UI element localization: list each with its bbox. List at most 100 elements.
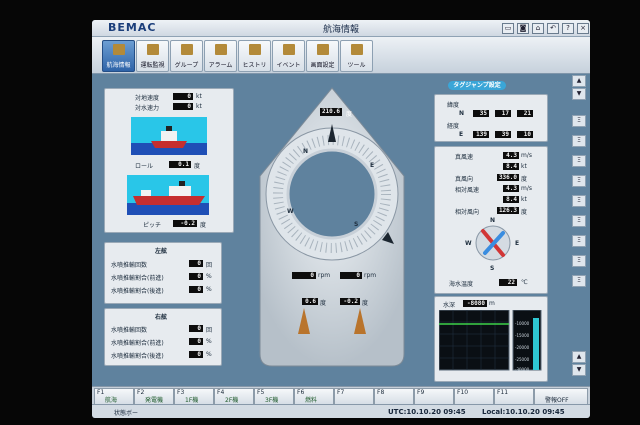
toolbar-nav-info-button[interactable]: 航海情報 (102, 40, 135, 72)
wind-row-unit: kt (521, 163, 527, 170)
fkey-number: F11 (497, 389, 509, 396)
side-menu-button[interactable]: Ξ (572, 235, 586, 247)
wind-panel: 真風速 4.3 m/s 8.4 kt 真風向 336.0 度 相対風速 4.3 … (434, 146, 548, 294)
back-icon[interactable]: ↶ (547, 23, 559, 34)
wind-row-unit: m/s (521, 185, 532, 192)
print-icon[interactable]: ▭ (502, 23, 514, 34)
roll-value: 0.1 (169, 161, 191, 168)
fkey-f7-button[interactable]: F7 (334, 388, 374, 405)
pitch-unit: 度 (200, 222, 207, 229)
side-menu-button[interactable]: Ξ (572, 155, 586, 167)
wind-row-label: 相対風向 (455, 209, 480, 216)
sea-temp-value: 22 (499, 279, 517, 286)
starboard-side-panel: 右舷 水噴推輸回数 0 回 水噴推輸割合(前進) 0 % 水噴推輸割合(後進) … (104, 308, 222, 366)
side-menu-button[interactable]: Ξ (572, 275, 586, 287)
fkey-number: F2 (137, 389, 145, 396)
side-menu-button[interactable]: Ξ (572, 175, 586, 187)
stbd-row-value: 0 (189, 338, 203, 345)
water-speed-label: 対水速力 (135, 105, 160, 112)
fkey-number: F7 (337, 389, 345, 396)
position-panel: 緯度 N 35 17 21 経度 E 139 39 10 (434, 94, 548, 142)
side-menu-button[interactable]: Ξ (572, 255, 586, 267)
fkey-f4-button[interactable]: F4 2F機 (214, 388, 254, 405)
wind-dial-mark: N (490, 217, 496, 224)
fkey-f5-button[interactable]: F5 3F機 (254, 388, 294, 405)
scroll-up-button[interactable]: ▲ (572, 351, 586, 363)
fkey-number: F5 (257, 389, 265, 396)
ship-motion-panel: 対地速度 0 kt 対水速力 0 kt ロール 0.1 度 ピッチ -0.2 度 (104, 88, 234, 233)
toolbar-tool-button[interactable]: ツール (340, 40, 373, 72)
help-icon[interactable]: ? (562, 23, 574, 34)
toolbar-screen-settings-button[interactable]: 画面設定 (306, 40, 339, 72)
port-side-panel: 左舷 水噴推輸回数 0 回 水噴推輸割合(前進) 0 % 水噴推輸割合(後進) … (104, 242, 222, 304)
fkey-f2-button[interactable]: F2 発電機 (134, 388, 174, 405)
longitude-seconds: 10 (517, 131, 533, 138)
depth-panel: 水深 -8080 m -10000 -15000 -20000 -25000 -… (434, 296, 548, 382)
fkey-f9-button[interactable]: F9 (414, 388, 454, 405)
longitude-direction: E (459, 131, 464, 138)
camera-icon[interactable]: ◙ (517, 23, 529, 34)
wind-row-unit: m/s (521, 152, 532, 159)
fkey-f1-button[interactable]: F1 航海 (94, 388, 134, 405)
depth-tick: -30000 (515, 367, 530, 372)
scroll-down-button[interactable]: ▼ (572, 88, 586, 100)
latitude-direction: N (459, 110, 465, 117)
sea-temp-unit: ℃ (521, 279, 528, 286)
toolbar-history-button[interactable]: ヒストリ (238, 40, 271, 72)
wind-row-value: 336.0 (497, 174, 519, 181)
side-menu-button[interactable]: Ξ (572, 115, 586, 127)
toolbar-button-label: アラーム (208, 62, 233, 69)
sea-temp-label: 海水温度 (449, 281, 474, 288)
port-row-label: 水噴推輸割合(後進) (111, 288, 164, 295)
roll-ship-image (131, 117, 207, 155)
tag-jump-settings-button[interactable]: タグジャンプ設定 (448, 81, 506, 90)
fkey-f6-button[interactable]: F6 燃料 (294, 388, 334, 405)
side-menu-button[interactable]: Ξ (572, 195, 586, 207)
function-key-bar: F1 航海 F2 発電機 F3 1F機 F4 2F機 F5 3F機 F6 燃料 F7 F8 … (92, 386, 590, 405)
side-menu-button[interactable]: Ξ (572, 215, 586, 227)
toolbar-group-button[interactable]: グループ (170, 40, 203, 72)
side-menu-button[interactable]: Ξ (572, 135, 586, 147)
utc-time: UTC:10.10.20 09:45 (388, 408, 466, 416)
depth-label: 水深 (443, 302, 456, 309)
alarm-off-button[interactable]: 警報OFF (534, 388, 588, 405)
stbd-rpm-unit: rpm (364, 272, 377, 279)
pitch-label: ピッチ (143, 222, 162, 229)
stbd-row-unit: % (206, 338, 212, 345)
latitude-minutes: 17 (495, 110, 511, 117)
longitude-degrees: 139 (473, 131, 489, 138)
fkey-number: F6 (297, 389, 305, 396)
wind-row-value: 4.3 (503, 185, 519, 192)
wind-row-label: 真風速 (455, 154, 474, 161)
alarm-icon (215, 44, 227, 55)
fkey-label: 航海 (105, 397, 118, 404)
fkey-f8-button[interactable]: F8 (374, 388, 414, 405)
latitude-label: 緯度 (447, 102, 460, 109)
heading-unit: 度 (346, 111, 353, 118)
wind-row-unit: 度 (521, 176, 528, 183)
wind-row-value: 8.4 (503, 196, 519, 203)
compass-mark: S (354, 221, 359, 228)
fkey-number: F3 (177, 389, 185, 396)
depth-tick: -10000 (515, 321, 530, 326)
fkey-f11-button[interactable]: F11 (494, 388, 534, 405)
home-icon[interactable]: ⌂ (532, 23, 544, 34)
close-icon[interactable]: × (577, 23, 589, 34)
scroll-up-button[interactable]: ▲ (572, 75, 586, 87)
port-rpm-unit: rpm (318, 272, 331, 279)
stbd-row-label: 水噴推輸回数 (111, 327, 148, 334)
pencil-icon (351, 44, 363, 55)
fkey-label: 2F機 (225, 397, 239, 404)
title-bar: BEMAC 航海情報 ▭ ◙ ⌂ ↶ ? × (92, 20, 590, 37)
scroll-down-button[interactable]: ▼ (572, 364, 586, 376)
toolbar-event-button[interactable]: イベント (272, 40, 305, 72)
wind-dial-mark: E (515, 240, 520, 247)
fkey-f3-button[interactable]: F3 1F機 (174, 388, 214, 405)
fkey-f10-button[interactable]: F10 (454, 388, 494, 405)
toolbar-alarm-button[interactable]: アラーム (204, 40, 237, 72)
toolbar-monitor-button[interactable]: 運転監視 (136, 40, 169, 72)
stbd-row-label: 水噴推輸割合(前進) (111, 340, 164, 347)
ground-speed-unit: kt (196, 93, 202, 100)
wind-row-unit: kt (521, 196, 527, 203)
monitor-icon (147, 44, 159, 55)
